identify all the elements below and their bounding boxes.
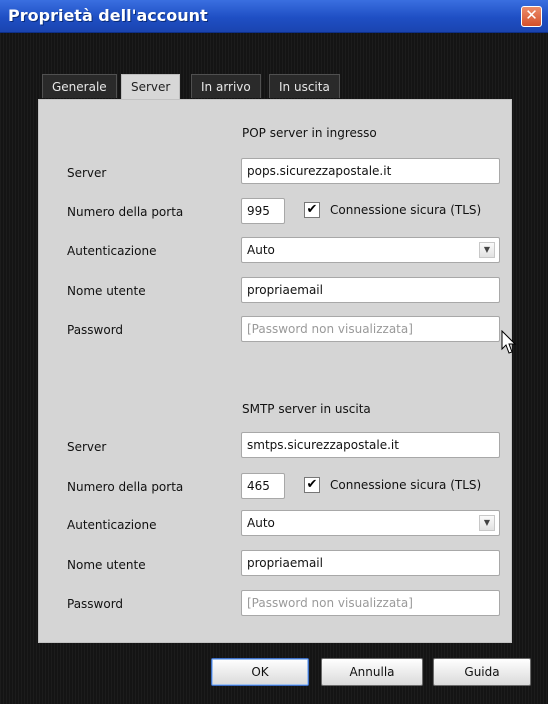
incoming-username-input[interactable]: propriaemail bbox=[241, 277, 500, 303]
incoming-port-label: Numero della porta bbox=[67, 205, 184, 219]
incoming-secure-label: Connessione sicura (TLS) bbox=[330, 203, 482, 217]
outgoing-auth-label: Autenticazione bbox=[67, 518, 157, 532]
outgoing-password-input[interactable]: [Password non visualizzata] bbox=[241, 590, 500, 616]
outgoing-username-input[interactable]: propriaemail bbox=[241, 550, 500, 576]
incoming-username-label: Nome utente bbox=[67, 284, 146, 298]
incoming-server-label: Server bbox=[67, 166, 107, 180]
outgoing-server-label: Server bbox=[67, 440, 107, 454]
outgoing-auth-value: Auto bbox=[247, 516, 275, 530]
outgoing-section-title: SMTP server in uscita bbox=[242, 402, 371, 416]
incoming-secure-checkbox[interactable]: ✔ bbox=[304, 202, 320, 218]
incoming-section-title: POP server in ingresso bbox=[242, 126, 377, 140]
tab-in-uscita[interactable]: In uscita bbox=[269, 74, 340, 98]
help-button[interactable]: Guida bbox=[433, 658, 531, 686]
outgoing-port-input[interactable]: 465 bbox=[241, 473, 285, 499]
outgoing-server-input[interactable]: smtps.sicurezzapostale.it bbox=[241, 432, 500, 458]
chevron-down-icon[interactable]: ▼ bbox=[479, 515, 495, 531]
tab-generale[interactable]: Generale bbox=[42, 74, 117, 98]
incoming-port-input[interactable]: 995 bbox=[241, 198, 285, 224]
incoming-password-input[interactable]: [Password non visualizzata] bbox=[241, 316, 500, 342]
incoming-auth-label: Autenticazione bbox=[67, 244, 157, 258]
outgoing-secure-checkbox[interactable]: ✔ bbox=[304, 477, 320, 493]
ok-button[interactable]: OK bbox=[211, 658, 309, 686]
window-title: Proprietà dell'account bbox=[8, 6, 208, 25]
incoming-auth-select[interactable]: Auto ▼ bbox=[241, 237, 500, 263]
tab-server[interactable]: Server bbox=[121, 74, 181, 100]
incoming-password-label: Password bbox=[67, 323, 124, 337]
check-icon: ✔ bbox=[306, 202, 318, 217]
outgoing-auth-select[interactable]: Auto ▼ bbox=[241, 510, 500, 536]
outgoing-password-label: Password bbox=[67, 597, 124, 611]
title-bar: Proprietà dell'account ✕ bbox=[0, 0, 548, 33]
cancel-button[interactable]: Annulla bbox=[321, 658, 423, 686]
chevron-down-icon[interactable]: ▼ bbox=[479, 242, 495, 258]
outgoing-secure-label: Connessione sicura (TLS) bbox=[330, 478, 482, 492]
account-properties-window: Proprietà dell'account ✕ Generale Server… bbox=[0, 0, 548, 704]
outgoing-port-label: Numero della porta bbox=[67, 480, 184, 494]
check-icon: ✔ bbox=[306, 477, 318, 492]
mouse-pointer-icon bbox=[501, 330, 517, 354]
close-button[interactable]: ✕ bbox=[521, 6, 542, 27]
incoming-server-input[interactable]: pops.sicurezzapostale.it bbox=[241, 158, 500, 184]
tab-in-arrivo[interactable]: In arrivo bbox=[191, 74, 261, 98]
close-icon: ✕ bbox=[525, 6, 538, 24]
incoming-auth-value: Auto bbox=[247, 243, 275, 257]
outgoing-username-label: Nome utente bbox=[67, 558, 146, 572]
